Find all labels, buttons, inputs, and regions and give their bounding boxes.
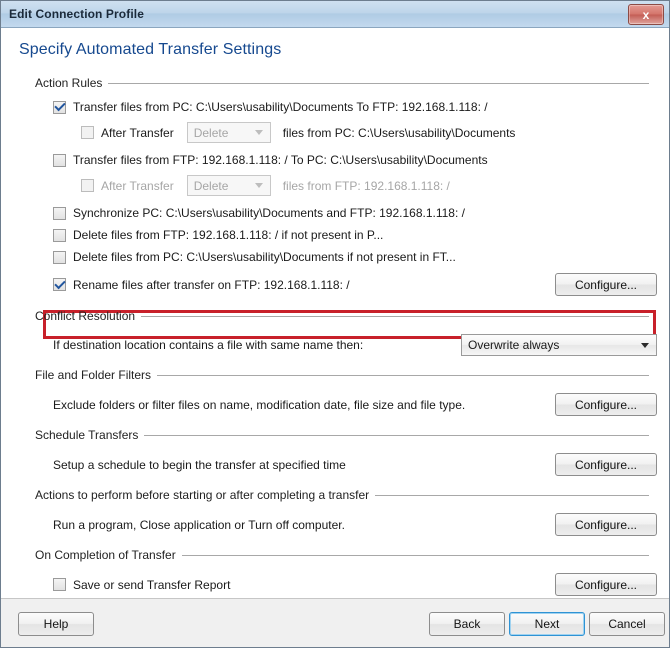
rule1-after-transfer-label: After Transfer (101, 125, 174, 140)
actions-before-after-group: Actions to perform before starting or af… (35, 487, 657, 536)
actions-configure-button[interactable]: Configure... (555, 513, 657, 536)
chevron-down-icon (254, 183, 263, 188)
on-completion-group-header: On Completion of Transfer (35, 547, 649, 563)
rule-delete-from-pc-label: Delete files from PC: C:\Users\usability… (73, 250, 456, 264)
report-configure-button[interactable]: Configure... (555, 573, 657, 596)
actions-before-after-row: Run a program, Close application or Turn… (53, 513, 657, 536)
rule-delete-from-pc-checkbox[interactable] (53, 250, 66, 264)
file-folder-filters-row: Exclude folders or filter files on name,… (53, 393, 657, 416)
rule-delete-from-pc[interactable]: Delete files from PC: C:\Users\usability… (53, 250, 649, 264)
on-completion-group: On Completion of Transfer Save or send T… (35, 547, 657, 596)
conflict-resolution-prompt: If destination location contains a file … (53, 338, 364, 352)
schedule-transfers-row: Setup a schedule to begin the transfer a… (53, 453, 657, 476)
schedule-transfers-group-label: Schedule Transfers (35, 428, 139, 442)
group-divider (157, 374, 649, 376)
rule1-after-transfer-action-select[interactable]: Delete (186, 122, 271, 143)
rule1-after-transfer-checkbox[interactable] (81, 126, 94, 139)
group-divider (181, 554, 649, 556)
rule-synchronize[interactable]: Synchronize PC: C:\Users\usability\Docum… (53, 206, 649, 220)
conflict-resolution-selected-value: Overwrite always (468, 338, 560, 352)
cancel-button[interactable]: Cancel (589, 612, 665, 636)
rule-rename-after-transfer[interactable]: Rename files after transfer on FTP: 192.… (53, 272, 657, 297)
group-divider (108, 82, 649, 84)
rule-delete-from-ftp-label: Delete files from FTP: 192.168.1.118: / … (73, 228, 384, 242)
actions-before-after-group-header: Actions to perform before starting or af… (35, 487, 649, 503)
back-button[interactable]: Back (429, 612, 505, 636)
file-folder-filters-group-label: File and Folder Filters (35, 368, 152, 382)
file-folder-filters-description: Exclude folders or filter files on name,… (53, 397, 466, 412)
close-icon[interactable]: x (628, 4, 664, 25)
rule2-after-transfer-checkbox[interactable] (81, 179, 94, 192)
conflict-resolution-group-header: Conflict Resolution (35, 308, 649, 324)
rule-synchronize-checkbox[interactable] (53, 206, 66, 220)
schedule-transfers-group-header: Schedule Transfers (35, 427, 649, 443)
rule2-after-transfer-action-value: Delete (193, 178, 229, 193)
action-rules-group-header: Action Rules (35, 75, 649, 91)
rule-transfer-pc-to-ftp-checkbox[interactable] (53, 100, 66, 114)
next-button[interactable]: Next (509, 612, 585, 636)
rule2-after-transfer-label: After Transfer (101, 178, 174, 193)
title-bar: Edit Connection Profile x (1, 1, 669, 28)
filters-configure-button[interactable]: Configure... (555, 393, 657, 416)
edit-connection-profile-window: Edit Connection Profile x Specify Automa… (0, 0, 670, 648)
dialog-content: Specify Automated Transfer Settings Acti… (1, 28, 669, 598)
rule2-after-transfer-suffix: files from FTP: 192.168.1.118: / (282, 178, 450, 193)
action-rules-group-label: Action Rules (35, 76, 103, 90)
schedule-configure-button[interactable]: Configure... (555, 453, 657, 476)
rule-delete-from-ftp-checkbox[interactable] (53, 228, 66, 242)
rename-configure-button[interactable]: Configure... (555, 273, 657, 296)
schedule-transfers-description: Setup a schedule to begin the transfer a… (53, 457, 346, 472)
group-divider (141, 315, 649, 317)
on-completion-group-label: On Completion of Transfer (35, 548, 176, 562)
conflict-resolution-select[interactable]: Overwrite always (461, 334, 657, 356)
file-folder-filters-group-header: File and Folder Filters (35, 367, 649, 383)
group-divider (144, 434, 649, 436)
file-folder-filters-group: File and Folder Filters Exclude folders … (35, 367, 657, 416)
rule-transfer-pc-to-ftp[interactable]: Transfer files from PC: C:\Users\usabili… (53, 100, 649, 114)
window-title: Edit Connection Profile (9, 7, 144, 21)
group-divider (375, 494, 649, 496)
conflict-resolution-group: Conflict Resolution If destination locat… (35, 308, 657, 356)
rule-transfer-ftp-to-pc-checkbox[interactable] (53, 153, 66, 167)
conflict-resolution-group-label: Conflict Resolution (35, 309, 136, 323)
on-completion-row[interactable]: Save or send Transfer Report Configure..… (53, 573, 657, 596)
rule1-after-transfer-row[interactable]: After Transfer Delete files from PC: C:\… (81, 122, 649, 143)
chevron-down-icon (254, 130, 263, 135)
transfer-report-label: Save or send Transfer Report (73, 577, 231, 592)
schedule-transfers-group: Schedule Transfers Setup a schedule to b… (35, 427, 657, 476)
rule-rename-after-transfer-label: Rename files after transfer on FTP: 192.… (73, 277, 350, 292)
rule-transfer-ftp-to-pc[interactable]: Transfer files from FTP: 192.168.1.118: … (53, 153, 649, 167)
dialog-footer: Help Back Next Cancel (1, 598, 669, 647)
actions-before-after-description: Run a program, Close application or Turn… (53, 517, 345, 532)
transfer-report-checkbox[interactable] (53, 578, 66, 591)
rule1-after-transfer-action-value: Delete (193, 125, 229, 140)
rule1-after-transfer-suffix: files from PC: C:\Users\usability\Docume… (282, 125, 516, 140)
rule-transfer-pc-to-ftp-label: Transfer files from PC: C:\Users\usabili… (73, 100, 488, 114)
rule-rename-after-transfer-checkbox[interactable] (53, 278, 66, 291)
rule2-after-transfer-action-select[interactable]: Delete (186, 175, 271, 196)
action-rules-group: Action Rules Transfer files from PC: C:\… (35, 75, 657, 297)
rule-synchronize-label: Synchronize PC: C:\Users\usability\Docum… (73, 206, 465, 220)
chevron-down-icon (641, 342, 649, 348)
conflict-resolution-row: If destination location contains a file … (53, 334, 657, 356)
rule-delete-from-ftp[interactable]: Delete files from FTP: 192.168.1.118: / … (53, 228, 649, 242)
page-title: Specify Automated Transfer Settings (19, 41, 282, 58)
actions-before-after-group-label: Actions to perform before starting or af… (35, 488, 370, 502)
help-button[interactable]: Help (18, 612, 94, 636)
rule-transfer-ftp-to-pc-label: Transfer files from FTP: 192.168.1.118: … (73, 153, 488, 167)
rule2-after-transfer-row[interactable]: After Transfer Delete files from FTP: 19… (81, 175, 649, 196)
